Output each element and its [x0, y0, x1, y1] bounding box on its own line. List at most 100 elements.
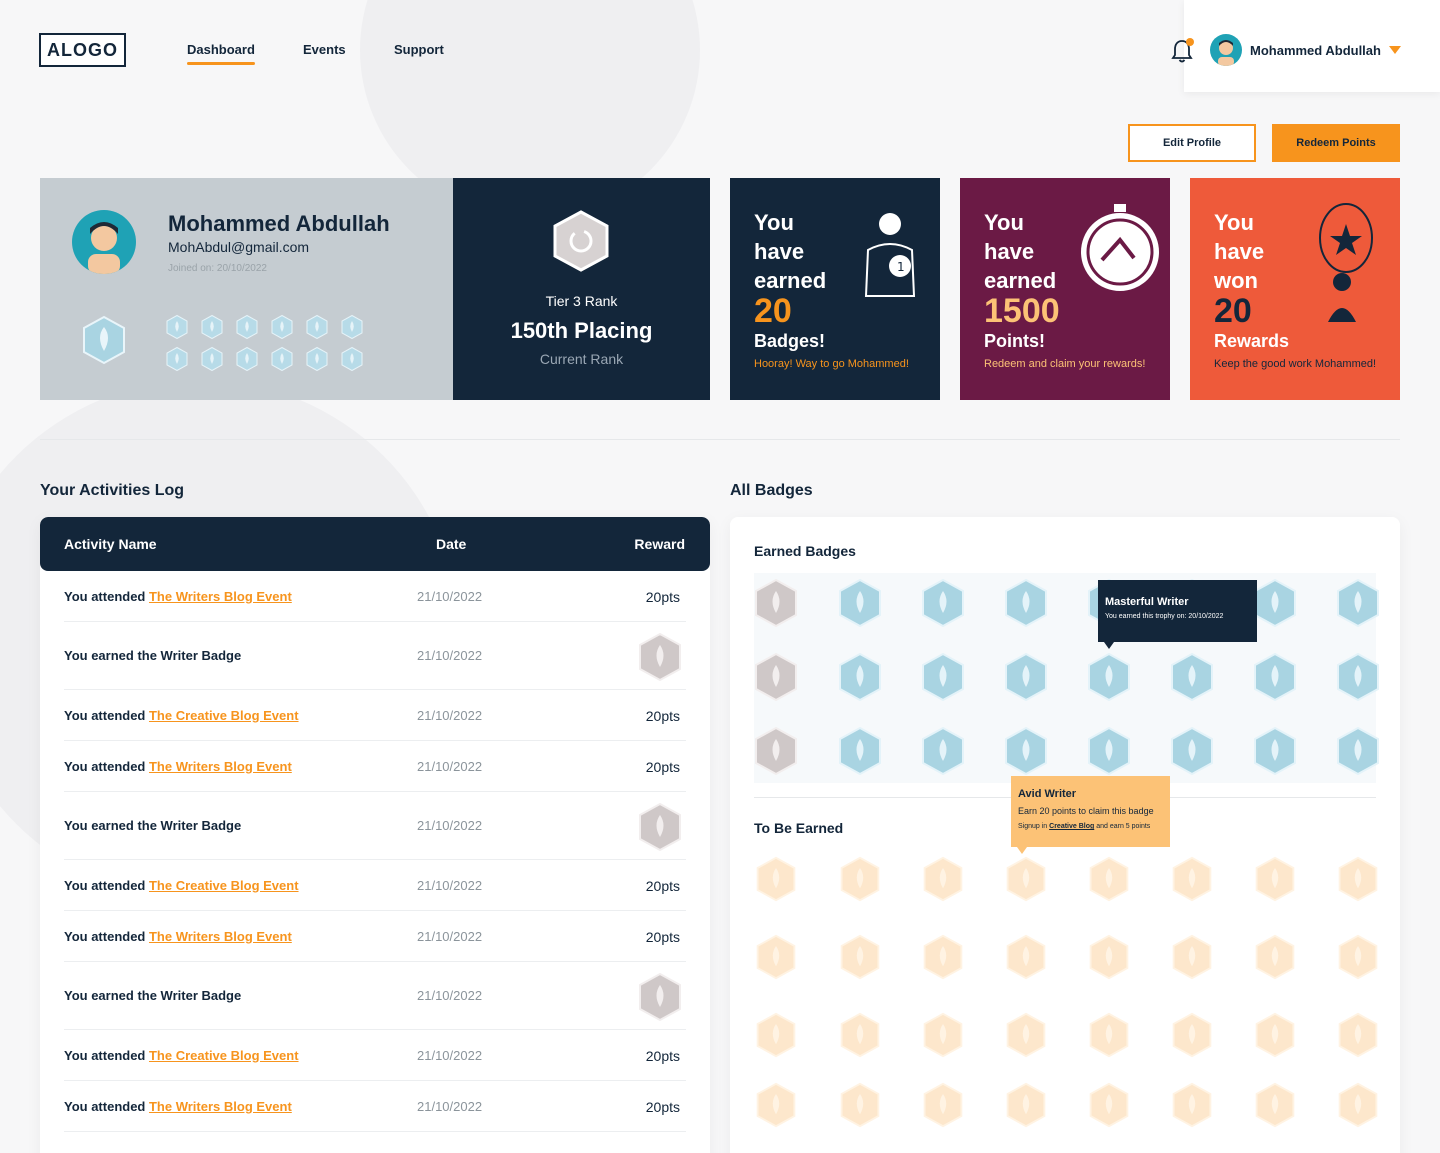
tooltip-text: Earn 20 points to claim this badge	[1018, 806, 1154, 816]
mini-badge-icon[interactable]	[306, 314, 328, 340]
earned-badge-icon[interactable]	[1170, 726, 1214, 776]
logo[interactable]: ALOGO	[39, 33, 126, 67]
locked-badge-icon[interactable]	[754, 1082, 798, 1128]
event-link[interactable]: The Writers Blog Event	[149, 1099, 292, 1114]
locked-badge-icon[interactable]	[921, 934, 965, 980]
earned-badge-icon[interactable]	[838, 652, 882, 702]
locked-badge-icon[interactable]	[1170, 1082, 1214, 1128]
activity-date: 21/10/2022	[417, 707, 483, 723]
mini-badge-icon[interactable]	[271, 314, 293, 340]
locked-badge-icon[interactable]	[1087, 1012, 1131, 1058]
stat-card-points: You have earned 1500 Points! Redeem and …	[960, 178, 1170, 400]
locked-badge-icon[interactable]	[1087, 856, 1131, 902]
mini-badge-icon[interactable]	[236, 346, 258, 372]
earned-badge-icon[interactable]	[1004, 578, 1048, 628]
locked-badge-icon[interactable]	[838, 1082, 882, 1128]
locked-badge-icon[interactable]	[838, 856, 882, 902]
event-link[interactable]: The Creative Blog Event	[149, 708, 299, 723]
earned-badge-icon[interactable]	[754, 652, 798, 702]
nav-support[interactable]: Support	[394, 42, 444, 57]
avatar[interactable]	[1210, 34, 1242, 66]
locked-badge-icon[interactable]	[1253, 1082, 1297, 1128]
earned-badge-icon[interactable]	[838, 578, 882, 628]
locked-badge-icon[interactable]	[921, 1082, 965, 1128]
locked-badge-icon[interactable]	[921, 856, 965, 902]
locked-badge-icon[interactable]	[754, 856, 798, 902]
locked-badge-icon[interactable]	[921, 1012, 965, 1058]
mini-badge-icon[interactable]	[341, 346, 363, 372]
edit-profile-button[interactable]: Edit Profile	[1128, 124, 1256, 162]
table-row: You attended The Writers Blog Event 21/10…	[64, 741, 686, 792]
earned-badge-icon[interactable]	[1253, 726, 1297, 776]
chevron-down-icon[interactable]	[1389, 46, 1401, 54]
mini-badge-icon[interactable]	[271, 346, 293, 372]
activity-name: You attended The Writers Blog Event	[64, 588, 292, 604]
tooltip-text: You earned this trophy on: 20/10/2022	[1105, 613, 1224, 620]
earned-badge-icon[interactable]	[754, 726, 798, 776]
earned-badge-icon[interactable]	[921, 726, 965, 776]
earned-badge-icon[interactable]	[1253, 652, 1297, 702]
earned-badge-icon[interactable]	[1336, 652, 1380, 702]
activity-name: You attended The Writers Blog Event	[64, 928, 292, 944]
mini-badge-icon[interactable]	[201, 346, 223, 372]
earned-badge-icon[interactable]	[754, 578, 798, 628]
locked-badge-icon[interactable]	[1087, 1082, 1131, 1128]
mini-badge-icon[interactable]	[341, 314, 363, 340]
top-bar: ALOGO Dashboard Events Support Mohammed …	[0, 0, 1440, 100]
earned-badge-tooltip: Masterful Writer You earned this trophy …	[1098, 580, 1257, 649]
table-row: You attended The Creative Blog Event 21/1…	[64, 690, 686, 741]
locked-badge-icon[interactable]	[754, 1012, 798, 1058]
earned-badge-icon[interactable]	[921, 652, 965, 702]
earned-badge-icon[interactable]	[1336, 726, 1380, 776]
locked-badge-icon[interactable]	[1253, 934, 1297, 980]
locked-badge-icon[interactable]	[1004, 1012, 1048, 1058]
locked-badge-icon[interactable]	[1253, 1012, 1297, 1058]
stat-subtext: Hooray! Way to go Mohammed!	[754, 358, 909, 370]
event-link[interactable]: The Creative Blog Event	[149, 878, 299, 893]
event-link[interactable]: The Writers Blog Event	[149, 759, 292, 774]
locked-badge-icon[interactable]	[838, 934, 882, 980]
rank-label: Current Rank	[539, 351, 624, 367]
activity-name: You attended The Creative Blog Event	[64, 877, 299, 893]
locked-badge-icon[interactable]	[1170, 856, 1214, 902]
locked-badge-icon[interactable]	[1087, 934, 1131, 980]
earned-badge-icon[interactable]	[1336, 578, 1380, 628]
earned-badge-icon[interactable]	[1004, 726, 1048, 776]
activity-date: 21/10/2022	[417, 818, 483, 833]
event-link[interactable]: The Writers Blog Event	[149, 929, 292, 944]
earned-badge-icon[interactable]	[1087, 726, 1131, 776]
locked-badge-icon[interactable]	[1170, 1012, 1214, 1058]
mini-badge-icon[interactable]	[201, 314, 223, 340]
redeem-points-button[interactable]: Redeem Points	[1272, 124, 1400, 162]
locked-badge-icon[interactable]	[1004, 934, 1048, 980]
creative-blog-link[interactable]: Creative Blog	[1049, 823, 1094, 830]
locked-badge-icon[interactable]	[1253, 856, 1297, 902]
nav-events[interactable]: Events	[303, 42, 346, 57]
rank-card: Tier 3 Rank 150th Placing Current Rank	[453, 178, 710, 400]
earned-badge-icon[interactable]	[921, 578, 965, 628]
locked-badge-icon[interactable]	[838, 1012, 882, 1058]
locked-badge-icon[interactable]	[754, 934, 798, 980]
mini-badge-icon[interactable]	[166, 346, 188, 372]
locked-badge-icon[interactable]	[1336, 1082, 1380, 1128]
locked-badge-icon[interactable]	[1336, 1012, 1380, 1058]
earned-badge-icon[interactable]	[1170, 652, 1214, 702]
event-link[interactable]: The Writers Blog Event	[149, 589, 292, 604]
mini-badge-icon[interactable]	[166, 314, 188, 340]
mini-badge-icon[interactable]	[306, 346, 328, 372]
earned-badge-icon[interactable]	[1253, 578, 1297, 628]
earned-badge-icon[interactable]	[1087, 652, 1131, 702]
locked-badge-icon[interactable]	[1336, 934, 1380, 980]
event-link[interactable]: The Creative Blog Event	[149, 1048, 299, 1063]
locked-badge-icon[interactable]	[1004, 1082, 1048, 1128]
earned-badge-icon[interactable]	[838, 726, 882, 776]
user-name[interactable]: Mohammed Abdullah	[1250, 43, 1381, 58]
locked-badge-icon[interactable]	[1336, 856, 1380, 902]
locked-badge-icon[interactable]	[1004, 856, 1048, 902]
trophy-holder-illustration	[1319, 203, 1373, 322]
locked-badge-icon[interactable]	[1170, 934, 1214, 980]
mini-badge-icon[interactable]	[236, 314, 258, 340]
earned-badge-icon[interactable]	[1004, 652, 1048, 702]
writer-badge-icon	[639, 632, 681, 682]
nav-dashboard[interactable]: Dashboard	[187, 42, 255, 65]
